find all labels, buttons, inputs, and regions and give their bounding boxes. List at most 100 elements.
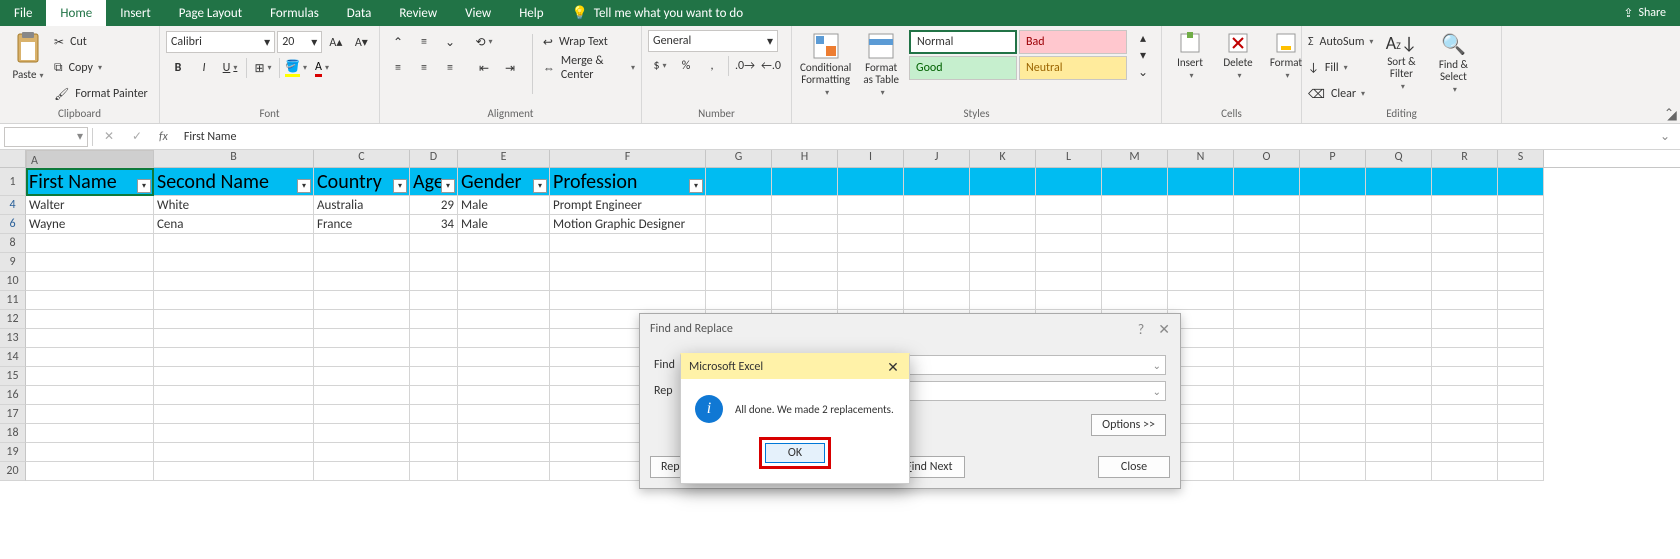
- cell[interactable]: Male: [458, 215, 550, 234]
- row-header[interactable]: 8: [0, 234, 26, 253]
- filter-dropdown[interactable]: [297, 179, 311, 193]
- cell[interactable]: [1366, 234, 1432, 253]
- cell[interactable]: [1366, 386, 1432, 405]
- cell[interactable]: Male: [458, 196, 550, 215]
- filter-dropdown[interactable]: [441, 179, 455, 193]
- cell[interactable]: [1366, 462, 1432, 481]
- cell[interactable]: Second Name: [154, 168, 314, 196]
- cell[interactable]: [1036, 196, 1102, 215]
- cancel-input-button[interactable]: ✕: [97, 126, 121, 148]
- cell[interactable]: [1234, 443, 1300, 462]
- cell[interactable]: [1234, 329, 1300, 348]
- cell[interactable]: [1498, 272, 1544, 291]
- cell[interactable]: Profession: [550, 168, 706, 196]
- close-button[interactable]: Close: [1098, 456, 1170, 478]
- cell[interactable]: [1366, 329, 1432, 348]
- cell[interactable]: [904, 196, 970, 215]
- column-header-O[interactable]: O: [1234, 150, 1300, 167]
- cell[interactable]: [1300, 443, 1366, 462]
- tab-home[interactable]: Home: [46, 0, 106, 26]
- cell[interactable]: [772, 234, 838, 253]
- cell[interactable]: [458, 234, 550, 253]
- column-header-M[interactable]: M: [1102, 150, 1168, 167]
- cell[interactable]: [458, 443, 550, 462]
- column-header-K[interactable]: K: [970, 150, 1036, 167]
- cell[interactable]: [1300, 348, 1366, 367]
- conditional-formatting-button[interactable]: Conditional Formatting: [798, 30, 853, 100]
- style-scroll-down[interactable]: ▾: [1131, 47, 1155, 63]
- cell[interactable]: [970, 253, 1036, 272]
- wrap-text-button[interactable]: ↩Wrap Text: [543, 30, 635, 54]
- cell[interactable]: [550, 234, 706, 253]
- font-family-select[interactable]: Calibri▾: [166, 31, 275, 53]
- cell[interactable]: 29: [410, 196, 458, 215]
- number-launcher[interactable]: ◢: [1666, 109, 1678, 121]
- cell[interactable]: [458, 310, 550, 329]
- cell[interactable]: [706, 234, 772, 253]
- cell[interactable]: [1432, 310, 1498, 329]
- cell[interactable]: [1366, 424, 1432, 443]
- row-header[interactable]: 1: [0, 168, 26, 196]
- align-right-button[interactable]: ≡: [438, 57, 462, 79]
- cell[interactable]: [154, 424, 314, 443]
- cell[interactable]: [1168, 234, 1234, 253]
- cell[interactable]: [26, 443, 154, 462]
- row-header[interactable]: 19: [0, 443, 26, 462]
- cell[interactable]: [970, 196, 1036, 215]
- cell[interactable]: [458, 405, 550, 424]
- cell[interactable]: [1036, 253, 1102, 272]
- cell[interactable]: [1234, 215, 1300, 234]
- cell[interactable]: [550, 272, 706, 291]
- align-left-button[interactable]: ≡: [386, 57, 410, 79]
- cell[interactable]: [1432, 405, 1498, 424]
- cell[interactable]: [410, 367, 458, 386]
- filter-dropdown[interactable]: [533, 179, 547, 193]
- style-bad[interactable]: Bad: [1019, 30, 1127, 54]
- cell[interactable]: [314, 310, 410, 329]
- column-header-Q[interactable]: Q: [1366, 150, 1432, 167]
- comma-button[interactable]: ,: [700, 55, 724, 77]
- cell[interactable]: [26, 253, 154, 272]
- cell[interactable]: [1432, 367, 1498, 386]
- cell[interactable]: [1234, 462, 1300, 481]
- cell[interactable]: [410, 234, 458, 253]
- cell[interactable]: [458, 367, 550, 386]
- cell[interactable]: [1234, 310, 1300, 329]
- cell[interactable]: [1498, 386, 1544, 405]
- cell[interactable]: [410, 348, 458, 367]
- cell[interactable]: [458, 424, 550, 443]
- fill-color-button[interactable]: 🪣: [284, 57, 308, 79]
- cell[interactable]: [1498, 462, 1544, 481]
- number-format-select[interactable]: General▾: [648, 30, 778, 52]
- cell[interactable]: [1234, 348, 1300, 367]
- cell[interactable]: [838, 272, 904, 291]
- column-header-R[interactable]: R: [1432, 150, 1498, 167]
- format-as-table-button[interactable]: Format as Table: [857, 30, 905, 100]
- cell[interactable]: [314, 272, 410, 291]
- cell[interactable]: [706, 291, 772, 310]
- cell[interactable]: [970, 168, 1036, 196]
- cell[interactable]: Gender: [458, 168, 550, 196]
- cell[interactable]: [1234, 253, 1300, 272]
- cell[interactable]: [410, 405, 458, 424]
- cell[interactable]: [154, 291, 314, 310]
- cell[interactable]: [154, 272, 314, 291]
- style-neutral[interactable]: Neutral: [1019, 56, 1127, 80]
- cell[interactable]: First Name: [26, 168, 154, 196]
- cell[interactable]: [1234, 405, 1300, 424]
- cell[interactable]: [1366, 196, 1432, 215]
- copy-button[interactable]: Copy: [54, 56, 148, 80]
- cell[interactable]: [458, 253, 550, 272]
- borders-button[interactable]: ⊞: [251, 57, 275, 79]
- cell[interactable]: [26, 367, 154, 386]
- cell[interactable]: [1498, 443, 1544, 462]
- cell[interactable]: [154, 348, 314, 367]
- cell[interactable]: [1102, 196, 1168, 215]
- bold-button[interactable]: B: [166, 57, 190, 79]
- style-normal[interactable]: Normal: [909, 30, 1017, 54]
- cell[interactable]: [314, 405, 410, 424]
- font-size-select[interactable]: 20▾: [277, 31, 322, 53]
- align-middle-button[interactable]: ≡: [412, 31, 436, 53]
- cell[interactable]: [314, 234, 410, 253]
- sort-filter-button[interactable]: AZ↓Sort & Filter: [1377, 30, 1425, 94]
